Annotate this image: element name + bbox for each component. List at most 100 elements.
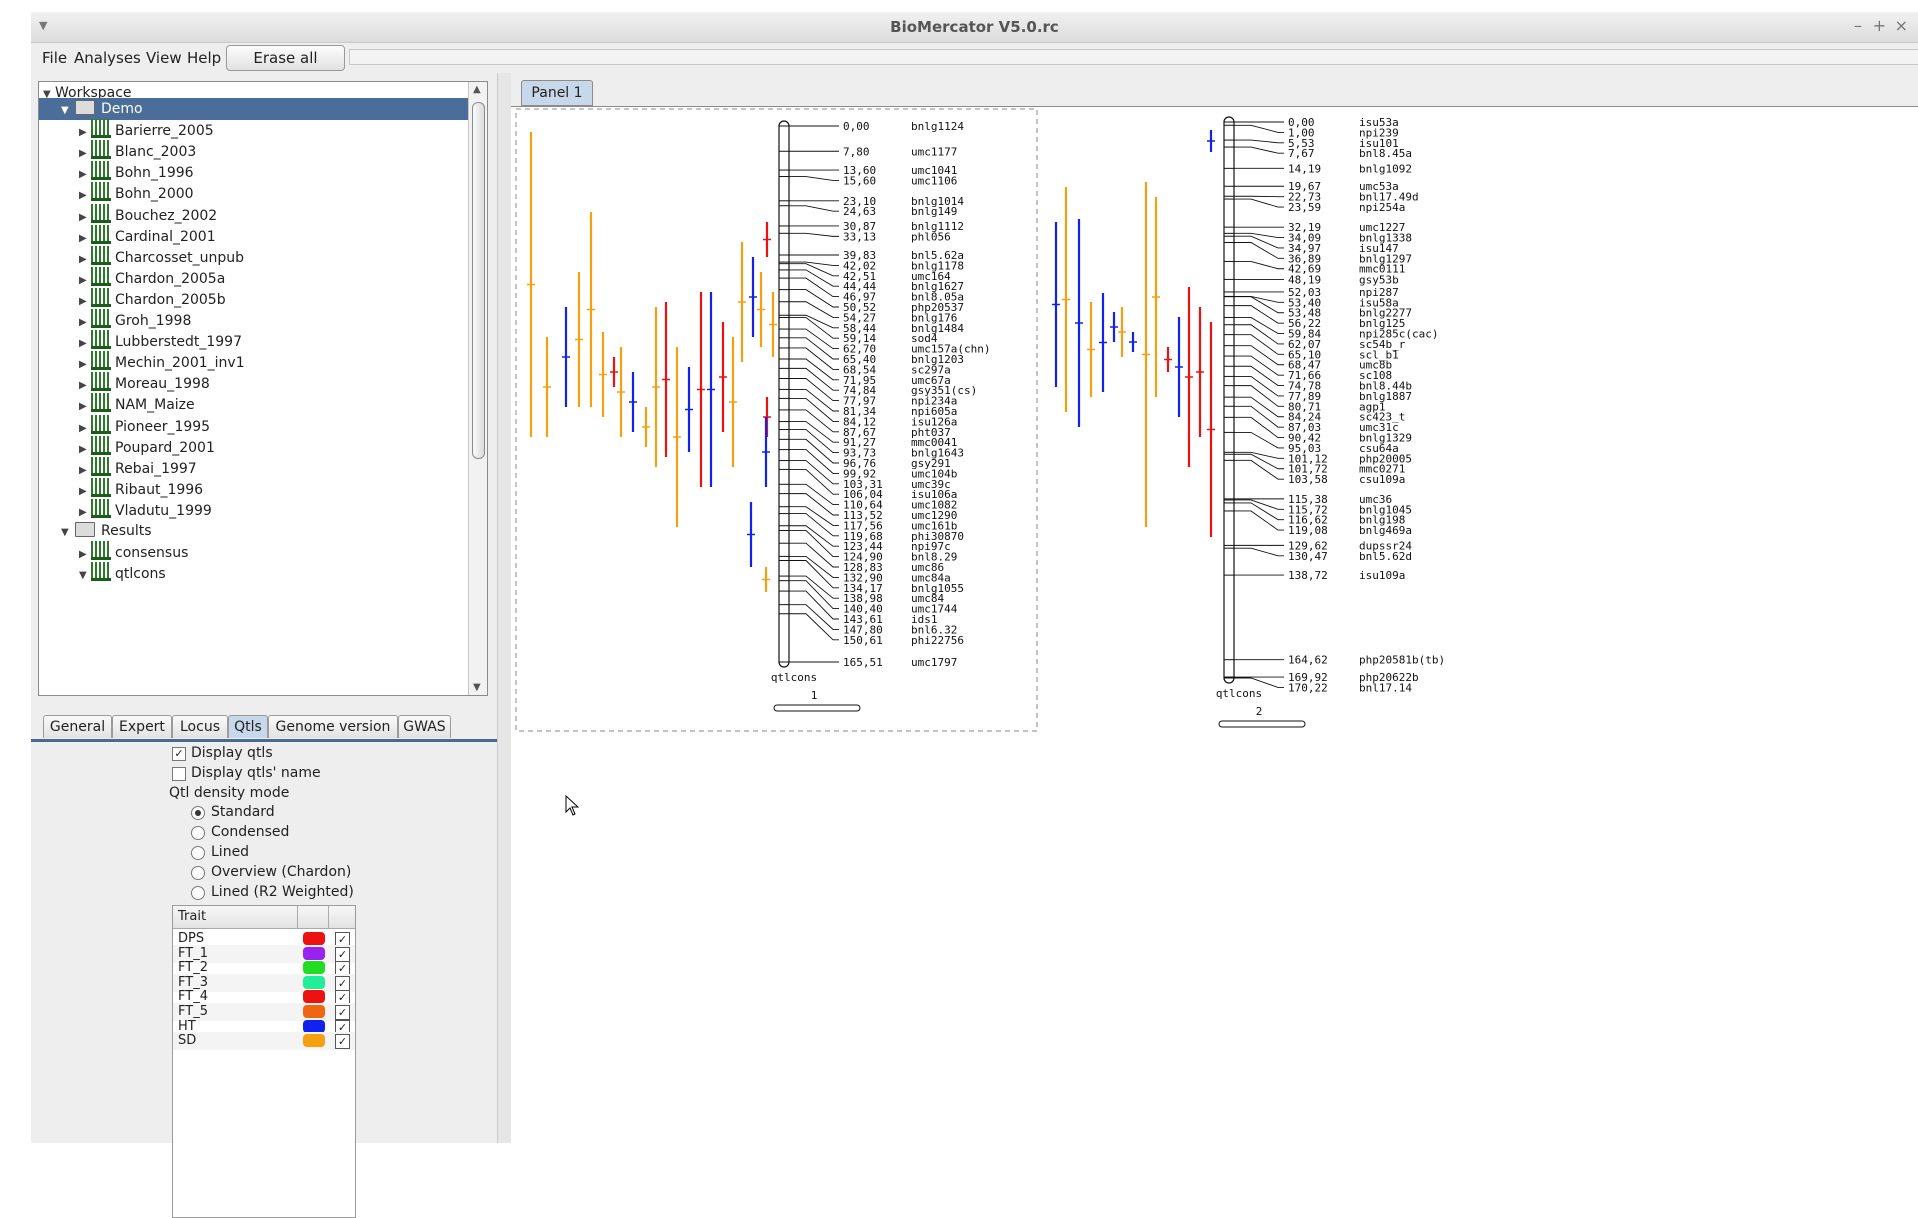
tree-node-dataset[interactable]: ▶Bohn_2000 — [79, 182, 194, 204]
trait-visible-checkbox[interactable]: ✓ — [335, 1034, 350, 1049]
marker-name: npi254a — [1359, 201, 1405, 214]
scroll-down-icon[interactable]: ▼ — [473, 682, 481, 693]
menu-analyses[interactable]: Analyses — [74, 49, 141, 67]
trait-column-header: Trait — [178, 909, 206, 924]
expand-arrow-icon[interactable]: ▼ — [79, 565, 91, 587]
tree-node-qtlcons[interactable]: ▼qtlcons — [79, 562, 166, 584]
erase-all-button[interactable]: Erase all — [226, 45, 345, 71]
mode-lined-radio[interactable] — [191, 846, 205, 860]
tree-node-dataset[interactable]: ▶Ribaut_1996 — [79, 478, 203, 500]
expand-arrow-icon[interactable]: ▼ — [61, 100, 73, 122]
tree-node-dataset[interactable]: ▶Rebai_1997 — [79, 457, 197, 479]
chromosome-1 — [779, 121, 789, 667]
trait-color-swatch[interactable] — [303, 990, 325, 1003]
marker-connector — [1234, 261, 1284, 268]
tree-node-dataset[interactable]: ▶NAM_Maize — [79, 393, 195, 415]
marker-name: bnlg1124 — [911, 120, 964, 133]
tree-node-dataset[interactable]: ▶Bohn_1996 — [79, 161, 194, 183]
mode-overview-radio[interactable] — [191, 866, 205, 880]
workspace-tree[interactable]: ▼Workspace▼Demo▶Barierre_2005▶Blanc_2003… — [38, 81, 488, 696]
mode-condensed-label: Condensed — [211, 824, 289, 840]
tree-node-label: Chardon_2005b — [115, 292, 226, 308]
tree-scrollbar[interactable]: ▲ ▼ — [468, 82, 487, 695]
trait-color-swatch[interactable] — [303, 976, 325, 989]
expand-arrow-icon[interactable]: ▼ — [61, 522, 73, 544]
chromosome-number: 1 — [811, 689, 818, 702]
marker-name: bnlg469a — [1359, 524, 1412, 537]
marker-position: 103,58 — [1288, 473, 1328, 486]
marker-connector — [1234, 140, 1284, 143]
chromosome-icon — [91, 499, 111, 518]
marker-connector — [1234, 406, 1284, 427]
tree-node-dataset[interactable]: ▶Bouchez_2002 — [79, 204, 217, 226]
display-qtls-checkbox[interactable]: ✓ — [172, 747, 186, 761]
marker-name: csu109a — [1359, 473, 1405, 486]
tree-node-dataset[interactable]: ▶Moreau_1998 — [79, 372, 210, 394]
marker-connector — [1234, 317, 1284, 333]
tree-node-results[interactable]: ▼Results — [61, 520, 152, 542]
tab-locus[interactable]: Locus — [172, 715, 228, 738]
tab-general[interactable]: General — [43, 715, 112, 738]
trait-color-swatch[interactable] — [303, 1034, 325, 1047]
tree-node-dataset[interactable]: ▶Poupard_2001 — [79, 436, 215, 458]
marker-connector — [789, 576, 839, 598]
marker-connector — [1234, 678, 1284, 687]
tree-node-dataset[interactable]: ▶Lubberstedt_1997 — [79, 330, 242, 352]
maximize-icon[interactable]: + — [1873, 16, 1886, 35]
tree-node-demo[interactable]: ▼Demo — [39, 98, 487, 120]
tree-node-dataset[interactable]: ▶Barierre_2005 — [79, 119, 214, 141]
tree-node-label: NAM_Maize — [115, 397, 195, 413]
mode-condensed-radio[interactable] — [191, 826, 205, 840]
mode-lined-r2-radio[interactable] — [191, 886, 205, 900]
marker-name: bnl17.14 — [1359, 681, 1412, 694]
marker-connector — [789, 206, 839, 211]
marker-position: 165,51 — [843, 656, 883, 669]
marker-connector — [1234, 452, 1284, 458]
tab-expert[interactable]: Expert — [112, 715, 172, 738]
tree-node-dataset[interactable]: ▶Chardon_2005b — [79, 288, 226, 310]
tree-node-dataset[interactable]: ▶Pioneer_1995 — [79, 415, 210, 437]
marker-connector — [1234, 306, 1284, 324]
tree-node-dataset[interactable]: ▶Blanc_2003 — [79, 140, 196, 162]
tab-qtls[interactable]: Qtls — [228, 715, 268, 738]
mode-standard-radio[interactable] — [191, 806, 205, 820]
tree-node-label: Bohn_1996 — [115, 165, 194, 181]
marker-position: 119,08 — [1288, 524, 1328, 537]
marker-connector — [1234, 548, 1284, 556]
minimize-icon[interactable]: – — [1854, 16, 1862, 35]
tree-node-dataset[interactable]: ▶Groh_1998 — [79, 309, 191, 331]
tree-node-dataset[interactable]: ▶Charcosset_unpub — [79, 246, 244, 268]
tree-node-consensus[interactable]: ▶consensus — [79, 541, 188, 563]
marker-connector — [789, 368, 839, 390]
marker-name: bnlg1092 — [1359, 162, 1412, 175]
chromosome-icon — [91, 119, 111, 138]
trait-color-swatch[interactable] — [303, 932, 325, 945]
display-qtl-names-checkbox[interactable] — [172, 767, 186, 781]
tree-node-dataset[interactable]: ▶Mechin_2001_inv1 — [79, 351, 245, 373]
menu-view[interactable]: View — [146, 49, 182, 67]
tree-node-label: Rebai_1997 — [115, 461, 197, 477]
trait-color-swatch[interactable] — [303, 1005, 325, 1018]
tree-node-dataset[interactable]: ▶Chardon_2005a — [79, 267, 225, 289]
trait-color-swatch[interactable] — [303, 947, 325, 960]
tree-node-dataset[interactable]: ▶Vladutu_1999 — [79, 499, 212, 521]
marker-connector — [1234, 125, 1284, 132]
trait-table: Trait DPS✓FT_1✓FT_2✓FT_3✓FT_4✓FT_5✓HT✓SD… — [172, 905, 356, 1218]
trait-color-swatch[interactable] — [303, 961, 325, 974]
trait-color-swatch[interactable] — [303, 1020, 325, 1033]
tab-genome-version[interactable]: Genome version — [268, 715, 398, 738]
menu-file[interactable]: File — [42, 49, 67, 67]
scroll-up-icon[interactable]: ▲ — [473, 84, 481, 95]
tree-node-label: Charcosset_unpub — [115, 250, 244, 266]
trait-row[interactable]: SD✓ — [173, 1032, 355, 1050]
marker-name: php20581b(tb) — [1359, 654, 1445, 667]
marker-connector — [1234, 397, 1284, 417]
map-canvas[interactable]: 0,00bnlg11247,80umc117713,60umc104115,60… — [511, 106, 1918, 1144]
menu-help[interactable]: Help — [187, 49, 221, 67]
close-icon[interactable]: × — [1895, 16, 1908, 35]
tab-panel-1[interactable]: Panel 1 — [521, 80, 593, 106]
marker-name: umc1106 — [911, 174, 957, 187]
scroll-thumb[interactable] — [472, 102, 485, 459]
tree-node-dataset[interactable]: ▶Cardinal_2001 — [79, 225, 216, 247]
tab-gwas[interactable]: GWAS — [398, 715, 451, 738]
